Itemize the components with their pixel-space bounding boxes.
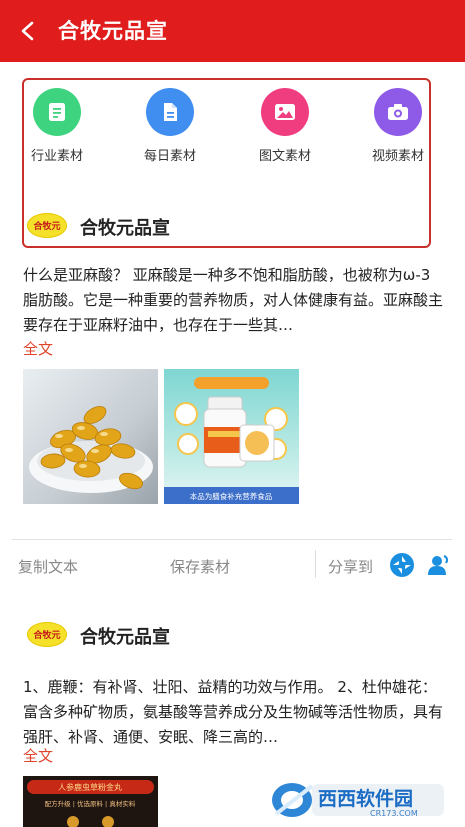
post-text: 什么是亚麻酸？ 亚麻酸是一种多不饱和脂肪酸，也被称为ω-3脂肪酸。它是一种重要的… <box>23 266 444 334</box>
watermark-url: CR173.COM <box>370 809 418 818</box>
post-author-name: 合牧元品宣 <box>80 627 170 648</box>
watermark-brand: 西西软件园 <box>318 787 413 810</box>
category-video[interactable]: 视频素材 <box>348 88 448 164</box>
full-text-link[interactable]: 全文 <box>23 745 53 766</box>
save-material-button[interactable]: 保存素材 <box>170 556 230 577</box>
post-text: 1、鹿鞭：有补肾、壮阳、益精的功效与作用。 2、杜仲雄花：富含多种矿物质，氨基酸… <box>23 678 444 746</box>
divider <box>12 539 452 540</box>
app-header: 合牧元品宣 <box>0 0 465 62</box>
post-image-softgels[interactable] <box>23 369 158 504</box>
category-label: 行业素材 <box>30 149 83 164</box>
category-label: 每日素材 <box>143 149 196 164</box>
camera-icon <box>374 88 422 136</box>
file-text-icon <box>146 88 194 136</box>
moments-icon[interactable] <box>389 552 415 578</box>
category-graphic[interactable]: 图文素材 <box>235 88 335 164</box>
divider <box>315 550 316 578</box>
friend-icon[interactable] <box>425 552 451 578</box>
full-text-link[interactable]: 全文 <box>23 338 53 359</box>
avatar[interactable]: 合牧元 <box>27 622 67 647</box>
post-author-name: 合牧元品宣 <box>80 218 170 239</box>
avatar[interactable]: 合牧元 <box>27 213 67 238</box>
post-image-ad[interactable]: 人参鹿虫草粉金丸 配方升级 | 优选原料 | 真材实料 <box>23 776 158 827</box>
category-daily[interactable]: 每日素材 <box>120 88 220 164</box>
share-label: 分享到 <box>328 558 374 576</box>
category-label: 视频素材 <box>371 149 424 164</box>
category-industry[interactable]: 行业素材 <box>7 88 107 164</box>
post-image-product[interactable]: 本品为膳食补充营养食品 <box>164 369 299 504</box>
page-title: 合牧元品宣 <box>58 19 168 43</box>
category-label: 图文素材 <box>258 149 311 164</box>
image-caption: 本品为膳食补充营养食品 <box>190 491 273 501</box>
ad-title: 人参鹿虫草粉金丸 <box>58 782 122 792</box>
ad-subtitle: 配方升级 | 优选原料 | 真材实料 <box>45 799 136 808</box>
copy-text-button[interactable]: 复制文本 <box>18 556 78 577</box>
image-icon <box>261 88 309 136</box>
document-icon <box>33 88 81 136</box>
watermark-logo: 西西软件园 CR173.COM <box>268 778 448 822</box>
back-icon[interactable] <box>14 17 42 45</box>
